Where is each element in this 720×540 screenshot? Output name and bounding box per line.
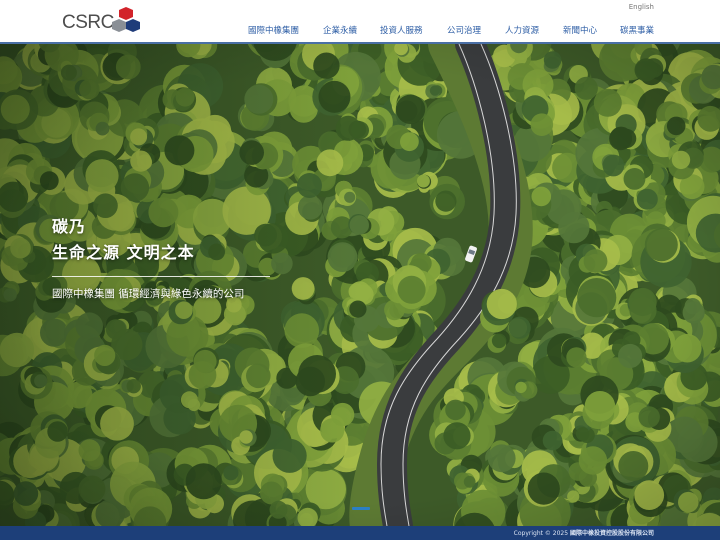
slide-indicator-active[interactable] [352, 507, 370, 510]
nav-item-sustainability[interactable]: 企業永續 [323, 24, 357, 36]
copyright-text: Copyright © 2025 國際中橡投資控股股份有限公司 [514, 528, 654, 537]
nav-item-group[interactable]: 國際中橡集團 [248, 24, 299, 36]
main-nav: 國際中橡集團 企業永續 投資人服務 公司治理 人力資源 新聞中心 碳黑事業 [0, 24, 720, 36]
hero-text-block: 碳乃 生命之源 文明之本 國際中橡集團 循環經濟與綠色永續的公司 [52, 216, 270, 301]
logo-hexagon-red [119, 7, 133, 20]
hero-heading-line2: 生命之源 文明之本 [52, 243, 195, 262]
nav-item-carbon-black[interactable]: 碳黑事業 [620, 24, 654, 36]
hero-banner: 碳乃 生命之源 文明之本 國際中橡集團 循環經濟與綠色永續的公司 [0, 44, 720, 526]
nav-item-hr[interactable]: 人力資源 [505, 24, 539, 36]
site-footer: Copyright © 2025 國際中橡投資控股股份有限公司 [0, 526, 720, 540]
site-header: CSRC English 國際中橡集團 企業永續 投資人服務 公司治理 人力資源… [0, 0, 720, 42]
nav-item-investors[interactable]: 投資人服務 [380, 24, 423, 36]
hero-tagline: 國際中橡集團 循環經濟與綠色永續的公司 [52, 288, 245, 300]
copyright-company: 國際中橡投資控股股份有限公司 [569, 530, 654, 537]
hero-divider [52, 276, 270, 277]
hero-heading-line1: 碳乃 [52, 217, 87, 236]
nav-item-news[interactable]: 新聞中心 [563, 24, 597, 36]
copyright-prefix: Copyright © 2025 [513, 530, 569, 537]
nav-item-governance[interactable]: 公司治理 [447, 24, 481, 36]
language-switch-link[interactable]: English [629, 3, 654, 11]
